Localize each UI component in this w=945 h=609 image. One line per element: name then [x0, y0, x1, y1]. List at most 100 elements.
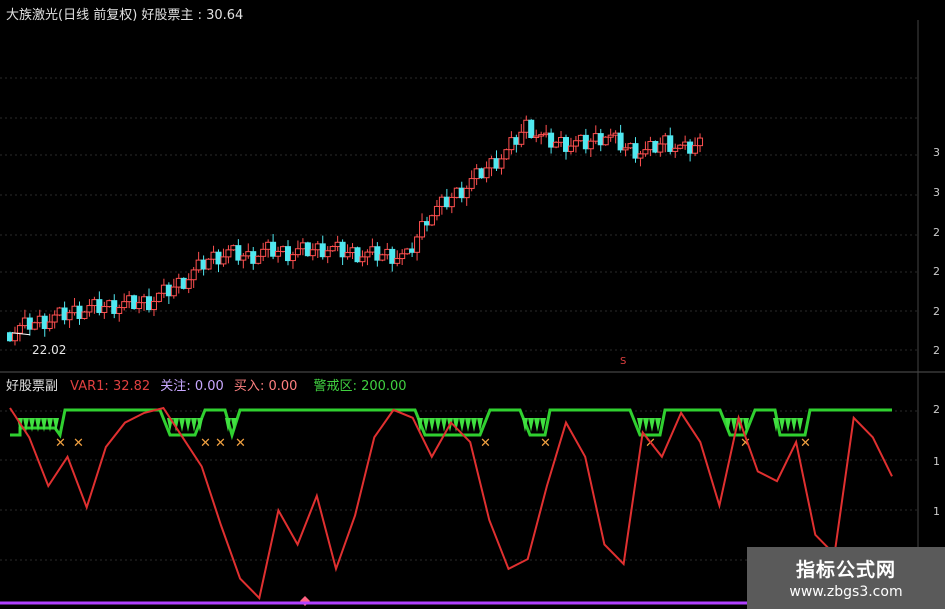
candle-body: [235, 245, 242, 261]
candle-body: [61, 307, 68, 321]
focus-label: 关注: [160, 379, 187, 394]
candle-body: [503, 149, 510, 160]
candle-body: [468, 178, 475, 189]
candle-body: [220, 256, 227, 265]
candle-body: [359, 256, 366, 263]
candle-body: [394, 258, 401, 264]
focus-value: 0.00: [194, 379, 224, 394]
buy-value: 0.00: [268, 379, 298, 394]
candle-body: [7, 332, 13, 342]
candle-body: [210, 251, 217, 260]
candle-body: [46, 321, 53, 329]
main-panel-header: 大族激光(日线 前复权) 好股票主 : 30.64: [6, 8, 244, 23]
candle-body: [36, 315, 43, 324]
candle-body: [493, 158, 500, 169]
main-y-tick: 2: [933, 226, 940, 239]
candle-body: [76, 305, 83, 319]
candle-body: [289, 254, 296, 262]
candle-body: [533, 135, 540, 139]
candle-body: [200, 259, 207, 270]
candle-body: [16, 325, 23, 334]
candle-body: [175, 277, 182, 288]
candle-body: [324, 250, 331, 258]
warning-zone-value: 200.00: [361, 379, 407, 394]
candle-body: [195, 259, 202, 271]
candle-body: [26, 317, 33, 330]
candle-body: [51, 314, 58, 323]
candle-body: [329, 246, 336, 252]
candle-body: [428, 215, 435, 226]
candle-body: [592, 133, 599, 142]
candle-body: [304, 242, 311, 257]
candle-body: [354, 247, 361, 263]
main-y-tick: 2: [933, 265, 940, 278]
buy-arrow-icon: ✕: [73, 436, 84, 451]
warning-spike: [185, 418, 191, 432]
candle-body: [463, 187, 470, 199]
sub-panel-title: 好股票副: [6, 379, 59, 394]
warning-zone-label: 警戒区: [313, 379, 353, 394]
candle-body: [478, 168, 485, 179]
candle-body: [250, 251, 257, 264]
warning-spike: [534, 418, 540, 432]
candle-body: [657, 143, 664, 153]
candle-body: [513, 137, 520, 145]
candle-body: [215, 251, 222, 265]
candle-body: [518, 131, 525, 145]
sub-panel-header: 好股票副 VAR1: 32.82 关注: 0.00 买入: 0.00 警戒区: …: [6, 379, 407, 394]
candle-body: [11, 332, 18, 342]
candle-body: [414, 236, 421, 253]
candle-body: [424, 221, 430, 226]
warning-spike: [785, 418, 791, 432]
candle-body: [528, 119, 535, 139]
candle-body: [587, 140, 594, 150]
candle-body: [602, 136, 609, 146]
candle-body: [379, 254, 386, 261]
candle-body: [572, 140, 579, 147]
candle-body: [230, 245, 237, 251]
candle-body: [86, 305, 93, 313]
candle-body: [155, 292, 162, 302]
main-y-tick: 2: [933, 344, 940, 357]
low-price-label: 22.02: [32, 343, 67, 357]
candle-body: [116, 307, 123, 314]
candle-body: [567, 145, 574, 152]
main-indicator-value: 30.64: [206, 8, 244, 23]
candle-body: [56, 307, 63, 316]
warning-spike: [429, 418, 435, 432]
candle-body: [637, 153, 644, 159]
candle-body: [270, 241, 277, 257]
candle-body: [141, 296, 148, 304]
candle-body: [617, 132, 624, 151]
candle-body: [41, 315, 48, 329]
buy-arrow-icon: ✕: [215, 436, 226, 451]
warning-spike: [41, 418, 47, 432]
candle-body: [682, 141, 689, 146]
candle-body: [632, 143, 639, 159]
warning-spike: [47, 418, 53, 432]
var1-value: 32.82: [112, 379, 151, 394]
warning-spike: [465, 418, 471, 432]
candle-body: [180, 277, 187, 289]
candle-body: [314, 243, 321, 251]
sell-marker: S: [620, 356, 627, 367]
candle-body: [280, 246, 287, 252]
warning-spike: [29, 418, 35, 432]
candle-body: [31, 322, 38, 330]
candle-body: [81, 311, 88, 319]
candle-body: [433, 205, 440, 217]
candle-body: [245, 251, 252, 257]
candle-body: [339, 241, 346, 258]
warning-spike: [471, 418, 477, 432]
candle-body: [647, 141, 654, 151]
main-indicator-name: 好股票主: [141, 8, 194, 23]
candle-body: [255, 255, 262, 264]
chart-canvas: ✕ ✕ ✕ ✕ ✕ ✕ ✕ ✕ ✕ ✕: [0, 20, 945, 609]
candle-body: [662, 135, 669, 145]
sub-y-tick: 2: [933, 403, 940, 416]
candle-body: [299, 242, 306, 250]
candle-body: [448, 196, 455, 208]
candle-body: [677, 144, 684, 149]
candle-body: [364, 251, 371, 258]
candle-body: [349, 247, 356, 254]
